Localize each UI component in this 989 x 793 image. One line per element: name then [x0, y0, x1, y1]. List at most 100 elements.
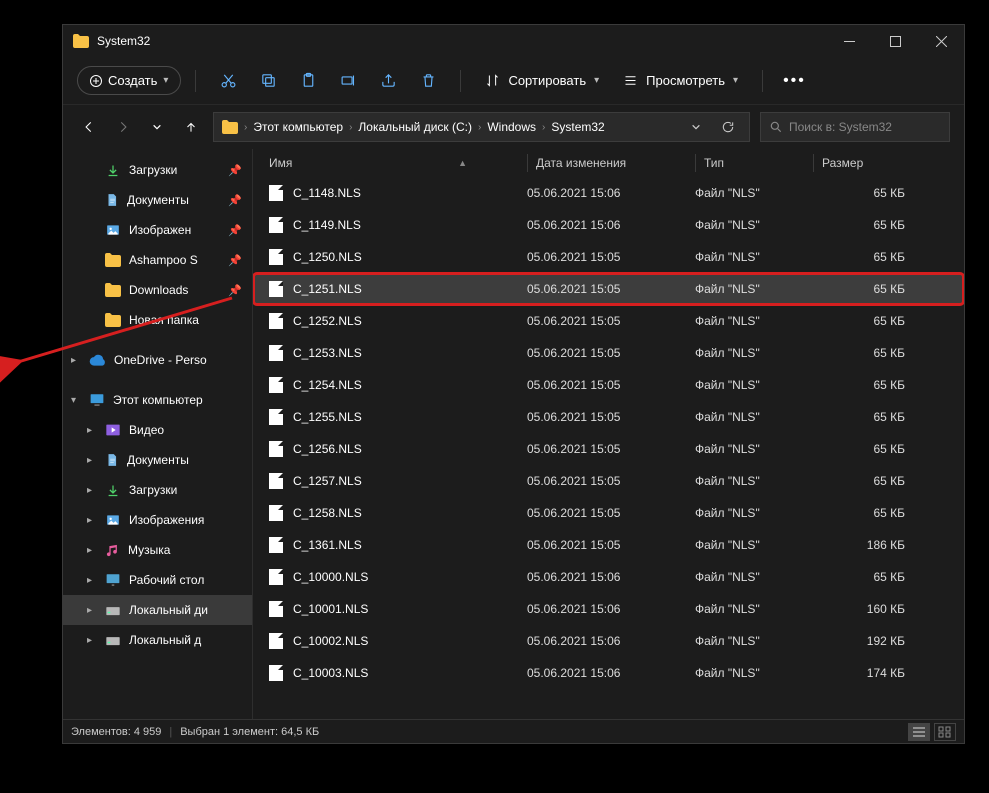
sidebar-item[interactable]: ▾Этот компьютер	[63, 385, 252, 415]
file-date: 05.06.2021 15:05	[527, 314, 695, 328]
chevron-right-icon: ▸	[87, 605, 92, 616]
file-row[interactable]: C_1255.NLS05.06.2021 15:05Файл "NLS"65 К…	[253, 401, 964, 433]
file-type: Файл "NLS"	[695, 250, 813, 264]
sidebar-item[interactable]: Новая папка	[63, 305, 252, 335]
file-row[interactable]: C_10000.NLS05.06.2021 15:06Файл "NLS"65 …	[253, 561, 964, 593]
file-row[interactable]: C_10003.NLS05.06.2021 15:06Файл "NLS"174…	[253, 657, 964, 689]
sidebar-item[interactable]: Downloads📌	[63, 275, 252, 305]
sidebar-item[interactable]: ▸Рабочий стол	[63, 565, 252, 595]
icons-view-button[interactable]	[934, 723, 956, 741]
file-row[interactable]: C_1361.NLS05.06.2021 15:05Файл "NLS"186 …	[253, 529, 964, 561]
file-row[interactable]: C_1252.NLS05.06.2021 15:05Файл "NLS"65 К…	[253, 305, 964, 337]
up-button[interactable]	[179, 115, 203, 139]
sidebar-item[interactable]: Изображен📌	[63, 215, 252, 245]
file-size: 65 КБ	[813, 186, 905, 200]
sidebar-item-label: Видео	[129, 423, 164, 437]
create-button[interactable]: Создать ▾	[77, 66, 181, 95]
file-date: 05.06.2021 15:05	[527, 250, 695, 264]
file-name: C_1253.NLS	[293, 346, 362, 360]
file-size: 65 КБ	[813, 570, 905, 584]
sidebar-item-label: Этот компьютер	[113, 393, 203, 407]
recent-dropdown[interactable]	[145, 115, 169, 139]
status-bar: Элементов: 4 959 | Выбран 1 элемент: 64,…	[63, 719, 964, 743]
file-row[interactable]: C_1250.NLS05.06.2021 15:05Файл "NLS"65 К…	[253, 241, 964, 273]
file-row[interactable]: C_10001.NLS05.06.2021 15:06Файл "NLS"160…	[253, 593, 964, 625]
column-date[interactable]: Дата изменения	[527, 154, 695, 172]
share-button[interactable]	[370, 63, 406, 99]
file-name: C_1252.NLS	[293, 314, 362, 328]
search-icon	[769, 120, 783, 134]
file-row[interactable]: C_1253.NLS05.06.2021 15:05Файл "NLS"65 К…	[253, 337, 964, 369]
file-name: C_1254.NLS	[293, 378, 362, 392]
search-placeholder: Поиск в: System32	[789, 120, 892, 134]
chevron-right-icon: ▸	[87, 425, 92, 436]
column-size[interactable]: Размер	[813, 154, 913, 172]
file-row[interactable]: C_1256.NLS05.06.2021 15:05Файл "NLS"65 К…	[253, 433, 964, 465]
file-name: C_10002.NLS	[293, 634, 368, 648]
chevron-right-icon: ›	[542, 122, 545, 133]
breadcrumb[interactable]: System32	[551, 120, 604, 134]
desktop-icon	[105, 573, 121, 587]
sidebar-item[interactable]: Загрузки 📌	[63, 155, 252, 185]
chevron-right-icon: ›	[478, 122, 481, 133]
cut-button[interactable]	[210, 63, 246, 99]
sidebar-item[interactable]: ▸Изображения	[63, 505, 252, 535]
file-size: 65 КБ	[813, 314, 905, 328]
back-button[interactable]	[77, 115, 101, 139]
file-icon	[269, 537, 283, 553]
breadcrumb[interactable]: Windows	[487, 120, 536, 134]
pin-icon: 📌	[228, 194, 242, 207]
view-button[interactable]: Просмотреть ▾	[613, 73, 748, 88]
file-row[interactable]: C_1251.NLS05.06.2021 15:05Файл "NLS"65 К…	[253, 273, 964, 305]
sidebar-item[interactable]: ▸Локальный ди	[63, 595, 252, 625]
forward-button[interactable]	[111, 115, 135, 139]
maximize-button[interactable]	[872, 25, 918, 57]
breadcrumb[interactable]: Этот компьютер	[253, 120, 343, 134]
sidebar-item[interactable]: Ashampoo S📌	[63, 245, 252, 275]
sort-button[interactable]: Сортировать ▾	[475, 73, 609, 88]
details-view-button[interactable]	[908, 723, 930, 741]
sidebar-item-label: Изображен	[129, 223, 191, 237]
plus-icon	[90, 75, 102, 87]
file-icon	[269, 185, 283, 201]
file-row[interactable]: C_1254.NLS05.06.2021 15:05Файл "NLS"65 К…	[253, 369, 964, 401]
minimize-button[interactable]	[826, 25, 872, 57]
sidebar-item[interactable]: ▸OneDrive - Perso	[63, 345, 252, 375]
pin-icon: 📌	[228, 284, 242, 297]
chevron-right-icon: ▸	[87, 485, 92, 496]
delete-button[interactable]	[410, 63, 446, 99]
sidebar-item-label: Загрузки	[129, 163, 177, 177]
pin-icon: 📌	[228, 164, 242, 177]
search-box[interactable]: Поиск в: System32	[760, 112, 950, 142]
sidebar-item[interactable]: ▸Локальный д	[63, 625, 252, 655]
breadcrumb[interactable]: Локальный диск (C:)	[358, 120, 472, 134]
refresh-button[interactable]	[715, 120, 741, 134]
sidebar-item[interactable]: ▸Загрузки	[63, 475, 252, 505]
sidebar-item[interactable]: ▸Документы	[63, 445, 252, 475]
address-bar[interactable]: › Этот компьютер › Локальный диск (C:) ›…	[213, 112, 750, 142]
file-row[interactable]: C_1149.NLS05.06.2021 15:06Файл "NLS"65 К…	[253, 209, 964, 241]
video-icon	[105, 423, 121, 437]
more-button[interactable]: •••	[777, 72, 812, 90]
file-icon	[269, 249, 283, 265]
address-dropdown[interactable]	[683, 122, 709, 132]
file-date: 05.06.2021 15:05	[527, 346, 695, 360]
file-name: C_1258.NLS	[293, 506, 362, 520]
column-name[interactable]: Имя▲	[269, 154, 527, 172]
file-row[interactable]: C_1148.NLS05.06.2021 15:06Файл "NLS"65 К…	[253, 177, 964, 209]
sidebar-item[interactable]: ▸ Видео	[63, 415, 252, 445]
column-type[interactable]: Тип	[695, 154, 813, 172]
sidebar-item[interactable]: Документы📌	[63, 185, 252, 215]
copy-button[interactable]	[250, 63, 286, 99]
file-type: Файл "NLS"	[695, 218, 813, 232]
file-row[interactable]: C_10002.NLS05.06.2021 15:06Файл "NLS"192…	[253, 625, 964, 657]
file-row[interactable]: C_1257.NLS05.06.2021 15:05Файл "NLS"65 К…	[253, 465, 964, 497]
rename-button[interactable]	[330, 63, 366, 99]
file-icon	[269, 505, 283, 521]
paste-button[interactable]	[290, 63, 326, 99]
file-row[interactable]: C_1258.NLS05.06.2021 15:05Файл "NLS"65 К…	[253, 497, 964, 529]
close-button[interactable]	[918, 25, 964, 57]
sidebar-item[interactable]: ▸Музыка	[63, 535, 252, 565]
folder-icon	[105, 283, 121, 297]
file-list: Имя▲ Дата изменения Тип Размер C_1148.NL…	[253, 149, 964, 719]
